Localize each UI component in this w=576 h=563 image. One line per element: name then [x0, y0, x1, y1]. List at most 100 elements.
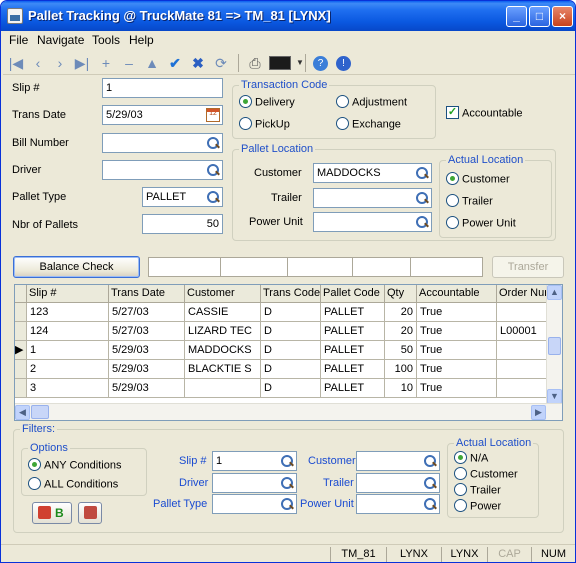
clear-filter-button[interactable]	[78, 502, 102, 524]
info-icon[interactable]: !	[336, 56, 351, 71]
column-header[interactable]: Trans Code	[261, 285, 321, 303]
pallet-grid[interactable]: Slip # Trans Date Customer Trans Code Pa…	[14, 284, 563, 421]
table-cell: 2	[27, 360, 109, 379]
driver-input[interactable]	[102, 160, 223, 180]
radio-delivery[interactable]: Delivery	[239, 95, 295, 109]
help-icon[interactable]: ?	[313, 56, 328, 71]
radio-exchange[interactable]: Exchange	[336, 117, 401, 131]
radio-label: Delivery	[255, 96, 295, 109]
menu-navigate[interactable]: Navigate	[37, 33, 84, 47]
horizontal-scrollbar[interactable]: ◀ ▶	[15, 403, 562, 420]
scroll-thumb[interactable]	[548, 337, 561, 355]
column-header[interactable]: Pallet Code	[321, 285, 385, 303]
move-up-icon[interactable]: ▲	[143, 54, 161, 72]
column-header[interactable]: Qty	[385, 285, 417, 303]
delete-record-icon[interactable]: –	[120, 54, 138, 72]
maximize-button[interactable]: □	[529, 6, 550, 27]
pallet-type-input[interactable]: PALLET	[142, 187, 223, 207]
radio-filter-na[interactable]: N/A	[454, 451, 488, 465]
trailer-input[interactable]	[313, 188, 432, 208]
menu-tools[interactable]: Tools	[92, 33, 120, 47]
menu-file[interactable]: File	[9, 33, 28, 47]
search-icon[interactable]	[205, 189, 221, 205]
filter-power-unit-input[interactable]	[356, 494, 440, 514]
dropdown-arrow-icon[interactable]: ▼	[291, 54, 309, 72]
bill-number-input[interactable]	[102, 133, 223, 153]
filter-driver-input[interactable]	[212, 473, 297, 493]
menu-help[interactable]: Help	[129, 33, 154, 47]
previous-record-icon[interactable]: ‹	[29, 54, 47, 72]
balance-check-button[interactable]: Balance Check	[13, 256, 140, 278]
cancel-edit-icon[interactable]: ✖	[189, 54, 207, 72]
search-icon[interactable]	[279, 453, 295, 469]
balance-panel	[287, 257, 353, 277]
post-record-icon[interactable]: ✔	[166, 54, 184, 72]
accountable-label: Accountable	[462, 107, 523, 120]
radio-actual-customer[interactable]: Customer	[446, 172, 510, 186]
first-record-icon[interactable]: |◀	[7, 54, 25, 72]
power-unit-input[interactable]	[313, 212, 432, 232]
column-header[interactable]: Customer	[185, 285, 261, 303]
search-icon[interactable]	[422, 496, 438, 512]
radio-adjustment[interactable]: Adjustment	[336, 95, 408, 109]
search-icon[interactable]	[422, 453, 438, 469]
refresh-icon[interactable]: ⟳	[212, 54, 230, 72]
last-record-icon[interactable]: ▶|	[73, 54, 91, 72]
slip-input[interactable]: 1	[102, 78, 223, 98]
radio-label: Customer	[470, 468, 518, 481]
radio-all-conditions[interactable]: ALL Conditions	[28, 477, 118, 491]
radio-label: Adjustment	[352, 96, 408, 109]
filter-trailer-input[interactable]	[356, 473, 440, 493]
radio-filter-customer[interactable]: Customer	[454, 467, 518, 481]
nbr-pallets-input[interactable]: 50	[142, 214, 223, 234]
scroll-up-icon[interactable]: ▲	[547, 285, 562, 300]
radio-filter-trailer[interactable]: Trailer	[454, 483, 501, 497]
close-button[interactable]: ×	[552, 6, 573, 27]
window-title: Pallet Tracking @ TruckMate 81 => TM_81 …	[28, 8, 331, 23]
next-record-icon[interactable]: ›	[51, 54, 69, 72]
search-icon[interactable]	[205, 135, 221, 151]
vertical-scrollbar[interactable]: ▲ ▼	[546, 285, 562, 405]
search-icon[interactable]	[422, 475, 438, 491]
title-bar[interactable]: Pallet Tracking @ TruckMate 81 => TM_81 …	[1, 1, 575, 31]
table-cell: 124	[27, 322, 109, 341]
bill-number-label: Bill Number	[12, 137, 69, 149]
filter-slip-input[interactable]: 1	[212, 451, 297, 471]
transfer-button[interactable]: Transfer	[492, 256, 564, 278]
table-cell: D	[261, 303, 321, 322]
accountable-checkbox[interactable]: ✓ Accountable	[446, 106, 523, 120]
radio-pickup[interactable]: PickUp	[239, 117, 290, 131]
radio-actual-power-unit[interactable]: Power Unit	[446, 216, 516, 230]
customer-input[interactable]: MADDOCKS	[313, 163, 432, 183]
filter-customer-input[interactable]	[356, 451, 440, 471]
scroll-right-icon[interactable]: ▶	[531, 405, 546, 420]
search-icon[interactable]	[205, 162, 221, 178]
search-icon[interactable]	[414, 165, 430, 181]
search-icon[interactable]	[414, 190, 430, 206]
column-header[interactable]: Slip #	[27, 285, 109, 303]
radio-actual-trailer[interactable]: Trailer	[446, 194, 493, 208]
filter-driver-label: Driver	[179, 477, 209, 489]
scroll-left-icon[interactable]: ◀	[15, 405, 30, 420]
calendar-icon[interactable]: 12	[206, 108, 220, 122]
search-icon[interactable]	[279, 496, 295, 512]
search-icon[interactable]	[279, 475, 295, 491]
radio-any-conditions[interactable]: ANY Conditions	[28, 458, 121, 472]
minimize-button[interactable]: _	[506, 6, 527, 27]
radio-dot	[336, 117, 349, 130]
scroll-thumb[interactable]	[31, 405, 49, 419]
add-record-icon[interactable]: +	[97, 54, 115, 72]
column-header[interactable]: Trans Date	[109, 285, 185, 303]
radio-dot	[239, 95, 252, 108]
column-header[interactable]: Order Nur	[497, 285, 549, 303]
scroll-down-icon[interactable]: ▼	[547, 389, 562, 404]
radio-filter-power[interactable]: Power	[454, 499, 501, 513]
column-header[interactable]: Accountable	[417, 285, 497, 303]
radio-label: PickUp	[255, 118, 290, 131]
search-icon[interactable]	[414, 214, 430, 230]
print-icon[interactable]: ⎙	[246, 54, 264, 72]
apply-filter-button[interactable]: B	[32, 502, 72, 524]
filter-pallet-type-input[interactable]	[212, 494, 297, 514]
trans-date-input[interactable]: 5/29/03 12	[102, 105, 223, 125]
monitor-icon[interactable]	[269, 56, 291, 70]
